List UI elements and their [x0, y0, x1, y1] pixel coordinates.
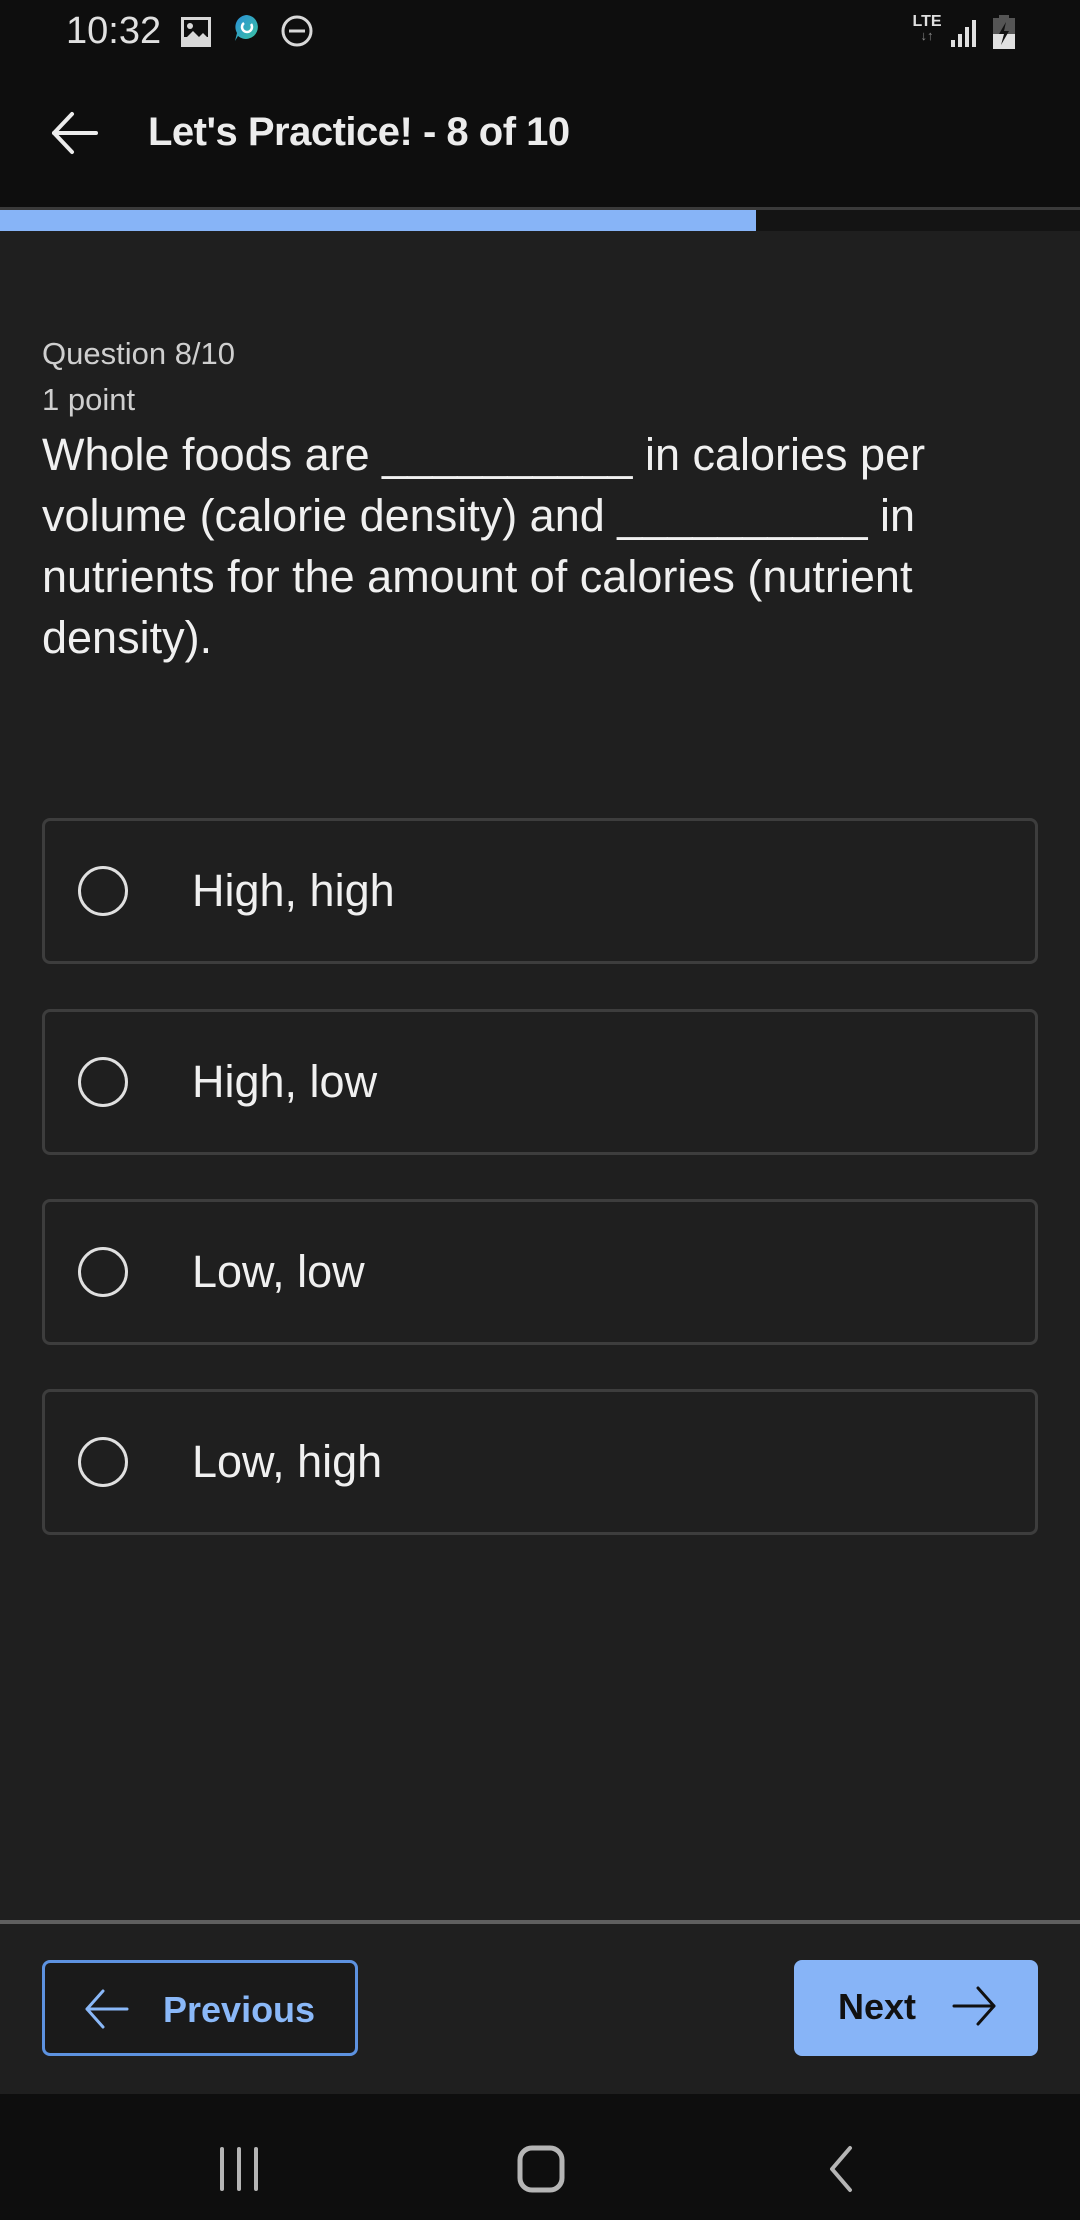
answer-option-label: High, high: [192, 865, 395, 916]
home-icon[interactable]: [516, 2144, 566, 2194]
answer-option-label: High, low: [192, 1056, 378, 1107]
status-time: 10:32: [66, 10, 162, 52]
previous-button-label: Previous: [163, 1989, 316, 2030]
next-button[interactable]: Next: [794, 1960, 1038, 2056]
chat-app-icon: [235, 15, 258, 41]
radio-button[interactable]: [78, 1437, 128, 1487]
status-bar: 10:32 LTE ↓↑: [0, 0, 1080, 64]
answer-option-label: Low, low: [192, 1246, 365, 1297]
arrow-left-icon[interactable]: [48, 106, 102, 160]
answer-option-low-high[interactable]: Low, high: [42, 1389, 1038, 1535]
question-line: nutrients for the amount of calories (nu…: [42, 551, 913, 602]
lte-data-icon: LTE ↓↑: [912, 13, 942, 43]
radio-button[interactable]: [78, 866, 128, 916]
question-counter: Question 8/10: [42, 336, 236, 371]
battery-charging-icon: [993, 15, 1015, 49]
quiz-progress-bar: [0, 207, 1080, 231]
app-bar: Let's Practice! - 8 of 10: [0, 64, 1080, 208]
answer-option-label: Low, high: [192, 1436, 383, 1487]
next-button-label: Next: [838, 1986, 917, 2027]
back-icon[interactable]: [820, 2144, 860, 2194]
signal-icon: [951, 20, 976, 47]
previous-button[interactable]: Previous: [42, 1960, 358, 2056]
quiz-progress-fill: [0, 210, 756, 231]
system-nav-bar: [0, 2094, 1080, 2220]
question-line: Whole foods are __________ in calories p…: [42, 429, 926, 480]
footer-divider: [0, 1920, 1080, 1924]
answer-option-low-low[interactable]: Low, low: [42, 1199, 1038, 1345]
gallery-icon: [181, 17, 211, 47]
arrow-right-icon: [952, 1986, 996, 2026]
radio-button[interactable]: [78, 1247, 128, 1297]
question-line: density).: [42, 612, 213, 663]
do-not-disturb-icon: [281, 15, 313, 47]
question-line: volume (calorie density) and __________ …: [42, 490, 916, 541]
question-points: 1 point: [42, 382, 136, 417]
answer-option-high-high[interactable]: High, high: [42, 818, 1038, 964]
question-text: Whole foods are __________ in calories p…: [42, 424, 1042, 668]
radio-button[interactable]: [78, 1057, 128, 1107]
answer-option-high-low[interactable]: High, low: [42, 1009, 1038, 1155]
page-title: Let's Practice! - 8 of 10: [148, 110, 570, 154]
arrow-left-icon: [85, 1989, 129, 2029]
recent-apps-icon[interactable]: [214, 2144, 264, 2194]
